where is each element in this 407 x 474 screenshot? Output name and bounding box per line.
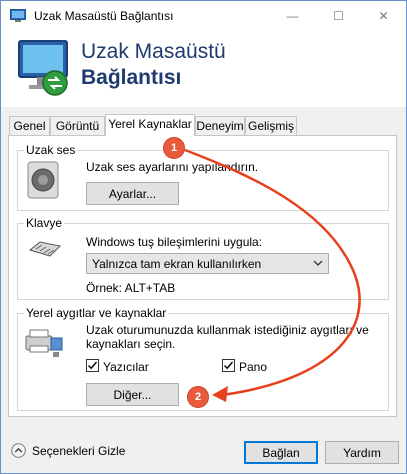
- connect-button[interactable]: Bağlan: [244, 441, 318, 464]
- annotation-badge-1: 1: [163, 137, 185, 159]
- window-title: Uzak Masaüstü Bağlantısı: [34, 9, 174, 23]
- close-button[interactable]: ✕: [361, 1, 406, 31]
- remote-audio-description: Uzak ses ayarlarını yapılandırın.: [86, 160, 259, 174]
- keyboard-description: Windows tuş bileşimlerini uygula:: [86, 235, 263, 249]
- tab-experience[interactable]: Deneyim: [195, 116, 245, 135]
- banner-title-line1: Uzak Masaüstü: [81, 40, 226, 63]
- keyboard-icon: [28, 241, 62, 257]
- title-bar: Uzak Masaüstü Bağlantısı — ☐ ✕: [1, 1, 406, 32]
- local-devices-title: Yerel aygıtlar ve kaynaklar: [24, 306, 169, 320]
- keyboard-example: Örnek: ALT+TAB: [86, 281, 176, 295]
- speaker-icon: [27, 161, 59, 199]
- local-devices-description-1: Uzak oturumunuzda kullanmak istediğiniz …: [86, 323, 369, 337]
- keyboard-title: Klavye: [24, 216, 65, 230]
- keyboard-group: Klavye Windows tuş bileşimlerini uygula:…: [17, 216, 389, 300]
- printers-checkbox[interactable]: [86, 359, 99, 372]
- banner: Uzak Masaüstü Bağlantısı: [1, 32, 406, 107]
- hide-options-link[interactable]: Seçenekleri Gizle: [32, 444, 125, 458]
- banner-title-line2: Bağlantısı: [81, 66, 182, 89]
- tab-general[interactable]: Genel: [9, 116, 50, 135]
- remote-desktop-icon: [10, 9, 26, 22]
- audio-settings-button[interactable]: Ayarlar...: [86, 182, 179, 205]
- local-devices-description-2: kaynakları seçin.: [86, 337, 176, 351]
- clipboard-checkbox[interactable]: [222, 359, 235, 372]
- annotation-badge-2: 2: [187, 386, 209, 408]
- devices-icon: [25, 329, 63, 357]
- clipboard-label: Pano: [239, 360, 268, 374]
- collapse-options-icon[interactable]: [11, 443, 26, 458]
- monitor-icon: [18, 40, 68, 96]
- tab-display[interactable]: Görüntü: [50, 116, 105, 135]
- tab-panel-local-resources: Uzak ses Uzak ses ayarlarını yapılandırı…: [8, 135, 397, 417]
- checkmark-icon: [224, 361, 234, 370]
- minimize-button[interactable]: —: [270, 1, 315, 31]
- tab-advanced[interactable]: Gelişmiş: [245, 116, 297, 135]
- printers-label: Yazıcılar: [103, 360, 149, 374]
- keyboard-combination-select[interactable]: Yalnızca tam ekran kullanılırken: [86, 253, 329, 274]
- checkmark-icon: [88, 361, 98, 370]
- more-devices-button[interactable]: Diğer...: [86, 383, 179, 406]
- keyboard-combination-value: Yalnızca tam ekran kullanılırken: [92, 257, 262, 271]
- remote-audio-title: Uzak ses: [24, 143, 78, 157]
- remote-audio-group: Uzak ses Uzak ses ayarlarını yapılandırı…: [17, 143, 389, 211]
- chevron-down-icon: [313, 260, 323, 266]
- tab-local-resources[interactable]: Yerel Kaynaklar: [105, 114, 195, 136]
- help-button[interactable]: Yardım: [325, 441, 399, 464]
- maximize-button[interactable]: ☐: [316, 1, 361, 31]
